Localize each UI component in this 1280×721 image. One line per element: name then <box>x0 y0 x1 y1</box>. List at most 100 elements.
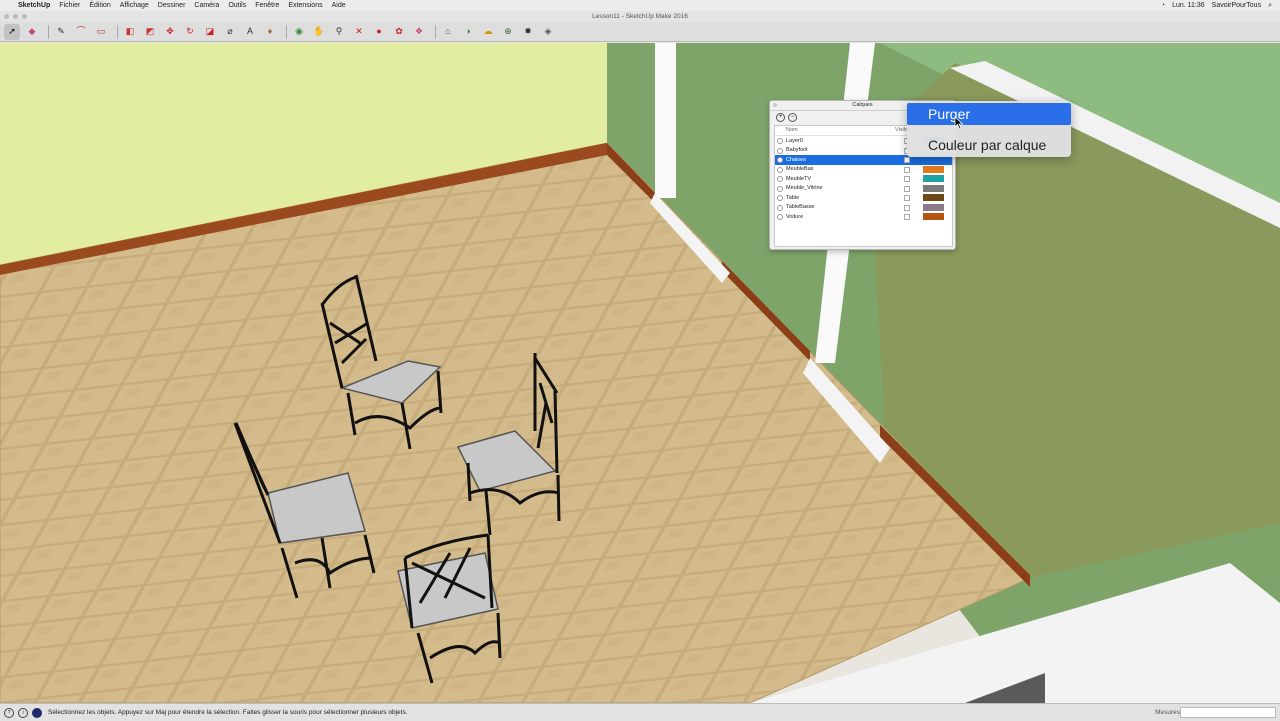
paint-bucket-icon[interactable]: ♦ <box>262 24 278 40</box>
move-icon[interactable]: ✥ <box>162 24 178 40</box>
menu-extensions[interactable]: Extensions <box>288 2 322 9</box>
toolbar-divider <box>435 24 436 39</box>
shadows-icon[interactable]: ◑ <box>460 24 476 40</box>
context-menu: Purger Couleur par calque <box>907 101 1071 157</box>
tape-measure-icon[interactable]: ⌀ <box>222 24 238 40</box>
arc-icon[interactable]: ⌒ <box>73 24 89 40</box>
minimize-dot[interactable] <box>13 14 18 19</box>
layer-name[interactable]: Layer0 <box>786 138 803 144</box>
layer-name[interactable]: Chaises <box>786 157 806 163</box>
views-icon[interactable]: ❖ <box>411 24 427 40</box>
scale-icon[interactable]: ◪ <box>202 24 218 40</box>
main-toolbar: ➚ ◆ ✎ ⌒ ▭ ◧ ◩ ✥ ↻ ◪ ⌀ A ♦ ◉ ✋ ⚲ ✕ ● ✿ ❖ … <box>0 22 1280 42</box>
measurements-input[interactable] <box>1180 707 1276 718</box>
menu-dessiner[interactable]: Dessiner <box>158 2 186 9</box>
active-layer-radio[interactable] <box>777 147 783 154</box>
menu-camera[interactable]: Caméra <box>194 2 219 9</box>
push-pull-icon[interactable]: ◧ <box>122 24 138 40</box>
extension-icon[interactable]: ✿ <box>391 24 407 40</box>
clock[interactable]: Lun. 11:36 <box>1172 2 1205 9</box>
menu-fenetre[interactable]: Fenêtre <box>255 2 279 9</box>
orbit-icon[interactable]: ◉ <box>291 24 307 40</box>
rectangle-icon[interactable]: ▭ <box>93 24 109 40</box>
add-layer-icon[interactable]: + <box>776 112 785 122</box>
standard-views-icon[interactable]: ⌂ <box>440 24 456 40</box>
menu-fichier[interactable]: Fichier <box>59 2 80 9</box>
layer-row[interactable]: Voiture <box>775 212 952 222</box>
zoom-extents-icon[interactable]: ✕ <box>351 24 367 40</box>
toolbar-divider <box>48 24 49 39</box>
geolocation-icon[interactable] <box>32 707 42 718</box>
geo-icon[interactable]: ⊕ <box>500 24 516 40</box>
follow-me-icon[interactable]: ◩ <box>142 24 158 40</box>
menu-item-couleur-par-calque[interactable]: Couleur par calque <box>907 134 1071 156</box>
layer-color-swatch[interactable] <box>923 175 944 182</box>
model-viewport[interactable]: Calques + − Nom Visible Layer0 Babyfoot Ch… <box>0 43 1280 703</box>
pencil-icon[interactable]: ✎ <box>53 24 69 40</box>
app-menu[interactable]: SketchUp <box>18 2 50 9</box>
layer-name[interactable]: Voiture <box>786 214 803 220</box>
layer-color-swatch[interactable] <box>923 213 944 220</box>
menu-aide[interactable]: Aide <box>332 2 346 9</box>
visible-checkbox[interactable] <box>904 185 910 192</box>
zoom-dot[interactable] <box>22 14 27 19</box>
layer-color-swatch[interactable] <box>923 165 944 173</box>
remove-layer-icon[interactable]: − <box>788 112 797 122</box>
visible-checkbox[interactable] <box>904 166 910 173</box>
active-layer-radio[interactable] <box>777 176 783 182</box>
status-bar: ? i Sélectionnez les objets. Appuyez sur… <box>0 703 1280 721</box>
info-icon[interactable]: ? <box>4 707 14 718</box>
wifi-icon[interactable]: ◔ <box>1161 2 1165 9</box>
layer-row[interactable]: Table <box>775 193 952 203</box>
user-name[interactable]: SavoirPourTous <box>1212 2 1261 9</box>
layer-name[interactable]: MeubleBas <box>786 166 814 172</box>
layer-color-swatch[interactable] <box>923 184 944 192</box>
rotate-icon[interactable]: ↻ <box>182 24 198 40</box>
active-layer-radio[interactable] <box>777 166 783 173</box>
layer-row[interactable]: MeubleBas <box>775 165 952 175</box>
active-layer-radio[interactable] <box>777 157 783 163</box>
layer-name[interactable]: Babyfoot <box>786 147 808 153</box>
window-controls[interactable] <box>4 14 27 19</box>
visible-checkbox[interactable] <box>904 157 910 163</box>
layer-name[interactable]: MeubleTV <box>786 176 811 182</box>
sandbox-icon[interactable]: ◈ <box>540 24 556 40</box>
layer-name[interactable]: TableBasse <box>786 204 814 210</box>
fog-icon[interactable]: ☁ <box>480 24 496 40</box>
layer-row[interactable]: Meuble_Vitrine <box>775 184 952 194</box>
select-icon[interactable]: ➚ <box>4 23 20 40</box>
search-icon[interactable]: ⌕ <box>1268 2 1272 10</box>
active-layer-radio[interactable] <box>777 214 783 220</box>
active-layer-radio[interactable] <box>777 138 783 144</box>
eraser-icon[interactable]: ◆ <box>24 24 40 40</box>
active-layer-radio[interactable] <box>777 195 783 201</box>
layer-color-swatch[interactable] <box>923 156 944 163</box>
column-name[interactable]: Nom <box>786 127 798 133</box>
close-dot[interactable] <box>4 14 9 19</box>
layer-color-swatch[interactable] <box>923 203 944 211</box>
menu-affichage[interactable]: Affichage <box>120 2 149 9</box>
active-layer-radio[interactable] <box>777 204 783 211</box>
visible-checkbox[interactable] <box>904 214 910 220</box>
visible-checkbox[interactable] <box>904 195 910 201</box>
pan-icon[interactable]: ✋ <box>311 24 327 40</box>
visible-checkbox[interactable] <box>904 204 910 211</box>
text-icon[interactable]: A <box>242 24 258 40</box>
menu-item-purger[interactable]: Purger <box>907 103 1071 125</box>
window-titlebar: Lesson11 - SketchUp Make 2016 <box>0 11 1280 22</box>
warehouse-icon[interactable]: ● <box>371 24 387 40</box>
layer-color-swatch[interactable] <box>923 194 944 201</box>
styles-icon[interactable]: ✸ <box>520 24 536 40</box>
layer-row[interactable]: TableBasse <box>775 203 952 213</box>
close-icon[interactable] <box>773 103 777 107</box>
layer-row[interactable]: MeubleTV <box>775 174 952 184</box>
layer-name[interactable]: Meuble_Vitrine <box>786 185 823 191</box>
zoom-icon[interactable]: ⚲ <box>331 24 347 40</box>
visible-checkbox[interactable] <box>904 176 910 182</box>
menu-outils[interactable]: Outils <box>228 2 246 9</box>
active-layer-radio[interactable] <box>777 185 783 192</box>
measurements-label: Mesures <box>1155 709 1180 716</box>
layer-name[interactable]: Table <box>786 195 799 201</box>
menu-edition[interactable]: Édition <box>89 2 110 9</box>
credits-icon[interactable]: i <box>18 707 28 718</box>
